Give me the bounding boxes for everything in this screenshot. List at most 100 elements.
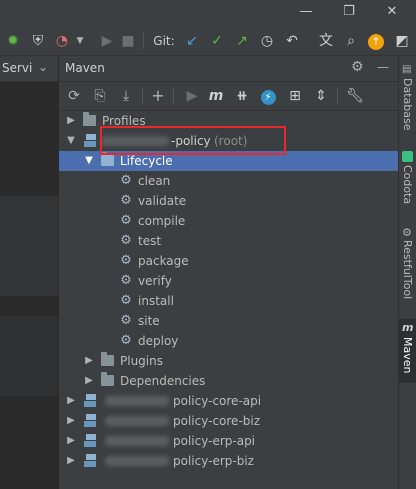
stop-icon[interactable]: ■ — [118, 31, 138, 51]
tree-row-phase[interactable]: ⚙ test — [59, 231, 398, 251]
services-panel — [0, 56, 58, 489]
maven-toolbar: ⟳ ⎘ ⤓ + ▶ m ⧺ ⚡ ⊞ ⇕ 🔧︎ — [59, 82, 398, 111]
chevron-right-icon[interactable]: ▶ — [65, 391, 77, 411]
wrench-icon[interactable]: 🔧︎ — [345, 86, 365, 106]
phase-label: test — [138, 234, 162, 248]
plugin-icon[interactable]: ◩ — [392, 31, 412, 51]
tree-row-phase[interactable]: ⚙ install — [59, 291, 398, 311]
tree-row-dependencies[interactable]: ▶ Dependencies — [59, 371, 398, 391]
show-dependencies-icon[interactable]: ⊞ — [285, 86, 305, 106]
toolbar-separator — [337, 88, 338, 104]
add-icon[interactable]: + — [148, 86, 168, 106]
toolbar-separator — [143, 33, 144, 49]
phase-label: clean — [138, 174, 171, 188]
folder-icon — [101, 372, 114, 386]
tab-database[interactable]: ▤ Database — [399, 64, 416, 144]
services-header: Servi ⌄ — [0, 56, 58, 82]
skip-tests-icon[interactable]: ⚡ — [258, 86, 278, 106]
chevron-right-icon[interactable]: ▶ — [65, 431, 77, 451]
tree-row-phase[interactable]: ⚙ compile — [59, 211, 398, 231]
phase-label: deploy — [138, 334, 179, 348]
minimize-button[interactable]: — — [296, 3, 316, 21]
maven-tree: ▶ Profiles ▼ -policy (root) ▼ Lifecycle … — [59, 111, 398, 489]
tree-row-plugins[interactable]: ▶ Plugins — [59, 351, 398, 371]
git-push-icon[interactable]: ↗ — [232, 31, 252, 51]
tab-label: Codota — [401, 165, 414, 205]
close-button[interactable]: ✕ — [382, 3, 402, 21]
database-icon: ▤ — [402, 64, 412, 75]
minimize-panel-icon[interactable]: — — [377, 60, 389, 74]
debug-icon[interactable]: ✹ — [3, 31, 23, 51]
collapse-all-icon[interactable]: ⇕ — [311, 86, 331, 106]
download-icon[interactable]: ⤓ — [116, 86, 136, 106]
phase-label: package — [138, 254, 189, 268]
translate-icon[interactable]: 文 — [316, 31, 336, 51]
generate-sources-icon[interactable]: ⎘ — [90, 86, 110, 106]
toolbar-separator — [173, 88, 174, 104]
tree-row-module[interactable]: ▶ policy-erp-api — [59, 431, 398, 451]
maven-module-icon — [83, 454, 97, 467]
redacted-text — [105, 416, 169, 426]
gear-icon[interactable]: ⚙ — [351, 59, 364, 75]
tab-maven[interactable]: m Maven — [399, 319, 416, 383]
tree-row-phase[interactable]: ⚙ deploy — [59, 331, 398, 351]
gear-icon: ⚙ — [120, 333, 132, 348]
gear-icon: ⚙ — [120, 293, 132, 308]
history-icon[interactable]: ◷ — [257, 31, 277, 51]
tree-row-module[interactable]: ▶ policy-core-api — [59, 391, 398, 411]
gear-icon: ⚙ — [120, 193, 132, 208]
chevron-right-icon[interactable]: ▶ — [83, 351, 95, 371]
update-icon[interactable]: ↑ — [366, 31, 386, 51]
title-bar: — ❐ ✕ — [0, 0, 416, 26]
codota-icon — [402, 151, 413, 162]
folder-gear-icon — [101, 152, 114, 166]
phase-label: site — [138, 314, 160, 328]
tree-row-phase[interactable]: ⚙ verify — [59, 271, 398, 291]
chevron-down-icon[interactable]: ▼ — [65, 131, 77, 151]
profile-icon[interactable]: ◔ — [52, 31, 72, 51]
chevron-down-icon[interactable]: ⌄ — [38, 60, 48, 74]
maven-module-icon — [83, 394, 97, 407]
right-tool-strip: ▤ Database Codota ⚙ RestfulTool m Maven — [398, 56, 416, 489]
folder-icon — [101, 352, 114, 366]
tab-label: Maven — [401, 337, 414, 374]
resume-icon[interactable]: ▶ — [97, 31, 117, 51]
gear-icon: ⚙ — [120, 313, 132, 328]
gear-icon: ⚙ — [120, 233, 132, 248]
maven-icon: m — [402, 321, 414, 334]
tree-row-phase[interactable]: ⚙ validate — [59, 191, 398, 211]
tree-row-phase[interactable]: ⚙ package — [59, 251, 398, 271]
restful-icon: ⚙ — [402, 226, 412, 239]
tab-codota[interactable]: Codota — [399, 151, 416, 213]
run-icon[interactable]: ▶ — [182, 86, 202, 106]
coverage-icon[interactable]: ⛨ — [28, 31, 48, 51]
execute-goal-icon[interactable]: m — [206, 86, 226, 106]
toggle-offline-icon[interactable]: ⧺ — [232, 86, 252, 106]
maven-module-icon — [83, 434, 97, 447]
reload-icon[interactable]: ⟳ — [64, 86, 84, 106]
chevron-down-icon[interactable]: ▼ — [83, 151, 95, 171]
tree-row-phase[interactable]: ⚙ clean — [59, 171, 398, 191]
git-update-icon[interactable]: ↙ — [182, 31, 202, 51]
phase-label: validate — [138, 194, 187, 208]
tree-row-phase[interactable]: ⚙ site — [59, 311, 398, 331]
chevron-right-icon[interactable]: ▶ — [65, 111, 77, 131]
chevron-right-icon[interactable]: ▶ — [65, 411, 77, 431]
rollback-icon[interactable]: ↶ — [282, 31, 302, 51]
toolbar-separator — [142, 88, 143, 104]
module-label: policy-core-biz — [173, 414, 261, 428]
run-dropdown-icon[interactable]: ▼ — [70, 31, 90, 51]
redacted-text — [105, 396, 169, 406]
chevron-right-icon[interactable]: ▶ — [83, 371, 95, 391]
gear-icon: ⚙ — [120, 213, 132, 228]
tree-row-module[interactable]: ▶ policy-erp-biz — [59, 451, 398, 471]
main-toolbar: ✹ ⛨ ◔ ▼ ▶ ■ Git: ↙ ✓ ↗ ◷ ↶ 文 ⌕ ↑ ◩ — [0, 27, 416, 56]
chevron-right-icon[interactable]: ▶ — [65, 451, 77, 471]
maven-module-icon — [83, 414, 97, 427]
restore-button[interactable]: ❐ — [339, 3, 359, 21]
tab-restfultool[interactable]: ⚙ RestfulTool — [399, 226, 416, 316]
phase-label: compile — [138, 214, 186, 228]
tree-row-module[interactable]: ▶ policy-core-biz — [59, 411, 398, 431]
search-icon[interactable]: ⌕ — [341, 31, 361, 51]
git-commit-icon[interactable]: ✓ — [207, 31, 227, 51]
